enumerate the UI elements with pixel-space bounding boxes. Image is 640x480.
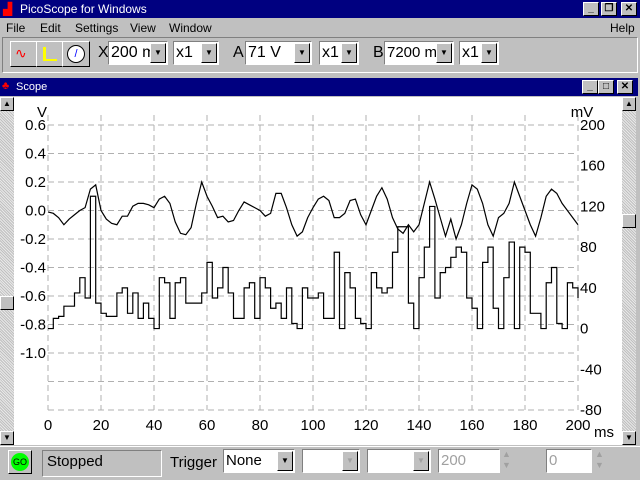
trigger-mode-select[interactable]: None ▼ xyxy=(223,449,295,473)
chevron-down-icon: ▼ xyxy=(150,43,166,63)
y-right-tick-label: -40 xyxy=(580,361,602,378)
threshold-spinner[interactable]: ▲ ▼ xyxy=(595,449,604,471)
menu-window[interactable]: Window xyxy=(169,21,212,35)
y-right-tick-label: -80 xyxy=(580,402,602,419)
x-unit-label: ms xyxy=(594,424,614,441)
x-tick-label: 80 xyxy=(252,417,269,434)
chevron-down-icon: ▼ xyxy=(294,43,310,63)
y-right-unit-label: mV xyxy=(571,104,594,121)
delay-spinner[interactable]: ▲ ▼ xyxy=(502,449,511,471)
scroll-thumb[interactable] xyxy=(0,296,14,310)
trigger-delay-input[interactable]: 200 xyxy=(438,449,500,473)
y-right-tick-label: 80 xyxy=(580,239,597,256)
right-scrollbar[interactable]: ▲ ▼ xyxy=(622,97,636,445)
y-right-tick-label: 40 xyxy=(580,280,597,297)
title-bar: ▟ PicoScope for Windows _ ❐ ✕ xyxy=(0,0,640,18)
channel-a-multiplier-select[interactable]: x1 ▼ xyxy=(319,41,359,65)
scope-icon: ♣ xyxy=(2,80,10,92)
y-right-tick-label: 0 xyxy=(580,321,588,338)
menu-edit[interactable]: Edit xyxy=(40,21,61,35)
channel-a-range-select[interactable]: 71 V ▼ xyxy=(245,41,312,65)
meter-mode-button[interactable]: / xyxy=(62,41,90,67)
left-scrollbar[interactable]: ▲ ▼ xyxy=(0,97,14,445)
scroll-down-button[interactable]: ▼ xyxy=(0,431,14,445)
minimize-button[interactable]: _ xyxy=(583,2,599,16)
chevron-down-icon: ▼ xyxy=(341,43,357,63)
scope-plot[interactable]: 0 20 40 60 80 100 120 140 160 180 200 0.6 0.4 0.2 0.0-… xyxy=(14,97,622,445)
close-button[interactable]: ✕ xyxy=(621,2,637,16)
scroll-up-button[interactable]: ▲ xyxy=(622,97,636,111)
spectrum-mode-button[interactable] xyxy=(36,41,64,67)
waveform-icon: ∿ xyxy=(15,45,27,61)
chevron-down-icon: ▼ xyxy=(277,451,293,471)
status-text: Stopped xyxy=(42,450,162,477)
menu-file[interactable]: File xyxy=(6,21,25,35)
y-left-tick-label: 0.4 xyxy=(25,146,46,163)
scroll-down-button[interactable]: ▼ xyxy=(622,431,636,445)
b-label: B xyxy=(373,44,384,61)
scroll-thumb[interactable] xyxy=(622,214,636,228)
status-bar: GO Stopped Trigger None ▼ ▼ ▼ 200 ▲ ▼ 0 ▲ ▼ xyxy=(0,446,640,480)
x-tick-label: 200 xyxy=(565,417,590,434)
trigger-threshold-input[interactable]: 0 xyxy=(546,449,592,473)
y-left-tick-label: 0.2 xyxy=(25,174,46,191)
chevron-down-icon: ▼ xyxy=(413,451,429,471)
y-right-tick-label: 120 xyxy=(580,198,605,215)
y-left-tick-label: -0.6 xyxy=(20,288,46,305)
scope-chart: 0 20 40 60 80 100 120 140 160 180 2000.60.40.20.0-… xyxy=(20,104,614,441)
y-left-unit-label: V xyxy=(37,104,47,121)
channel-a-range-value: 71 V xyxy=(248,44,281,61)
x-tick-label: 180 xyxy=(512,417,537,434)
toolbar: ∿ / X 200 ms ▼ x1 ▼ A 71 V ▼ x1 ▼ B 7200 mV ▼… xyxy=(2,37,638,73)
trigger-direction-select[interactable]: ▼ xyxy=(367,449,431,473)
trigger-mode-value: None xyxy=(226,452,262,469)
x-tick-label: 60 xyxy=(199,417,216,434)
channel-b-multiplier-value: x1 xyxy=(462,44,479,61)
app-icon: ▟ xyxy=(3,2,13,16)
channel-b-multiplier-select[interactable]: x1 ▼ xyxy=(459,41,499,65)
x-tick-label: 140 xyxy=(406,417,431,434)
a-label: A xyxy=(233,44,244,61)
y-left-tick-label: -0.8 xyxy=(20,317,46,334)
spectrum-icon xyxy=(43,47,57,61)
chevron-down-icon: ▼ xyxy=(481,43,497,63)
restore-button[interactable]: ❐ xyxy=(601,2,617,16)
meter-icon: / xyxy=(67,45,85,63)
x-multiplier-select[interactable]: x1 ▼ xyxy=(173,41,219,65)
go-button[interactable]: GO xyxy=(8,450,32,474)
window-title: PicoScope for Windows xyxy=(20,2,147,16)
menu-settings[interactable]: Settings xyxy=(75,21,118,35)
chevron-down-icon: ▼ xyxy=(436,43,452,63)
scope-minimize-button[interactable]: _ xyxy=(582,80,598,94)
scroll-up-button[interactable]: ▲ xyxy=(0,97,14,111)
scope-close-button[interactable]: ✕ xyxy=(617,80,633,94)
trigger-label: Trigger xyxy=(170,454,217,471)
x-tick-label: 0 xyxy=(44,417,52,434)
x-tick-label: 20 xyxy=(93,417,110,434)
go-label: GO xyxy=(11,453,29,471)
channel-a-multiplier-value: x1 xyxy=(322,44,339,61)
channel-b-range-select[interactable]: 7200 mV ▼ xyxy=(384,41,454,65)
menu-bar: File Edit Settings View Window Help xyxy=(0,19,640,36)
chevron-down-icon: ▼ xyxy=(201,43,217,63)
timebase-select[interactable]: 200 ms ▼ xyxy=(108,41,168,65)
x-tick-label: 100 xyxy=(300,417,325,434)
x-tick-label: 40 xyxy=(146,417,163,434)
x-multiplier-value: x1 xyxy=(176,44,193,61)
x-tick-label: 120 xyxy=(353,417,378,434)
y-left-tick-label: 0.0 xyxy=(25,203,46,220)
chevron-down-icon: ▼ xyxy=(342,451,358,471)
y-left-tick-label: -0.2 xyxy=(20,231,46,248)
y-left-tick-label: -0.4 xyxy=(20,260,46,277)
menu-help[interactable]: Help xyxy=(610,21,635,35)
scope-title: Scope xyxy=(16,81,48,93)
menu-view[interactable]: View xyxy=(130,21,156,35)
scope-mode-button[interactable]: ∿ xyxy=(10,41,38,67)
scope-title-bar: ♣ Scope _ □ ✕ xyxy=(0,78,638,96)
y-right-tick-label: 160 xyxy=(580,158,605,175)
scope-maximize-button[interactable]: □ xyxy=(598,80,614,94)
y-left-tick-label: -1.0 xyxy=(20,345,46,362)
trigger-channel-select[interactable]: ▼ xyxy=(302,449,360,473)
x-tick-label: 160 xyxy=(459,417,484,434)
